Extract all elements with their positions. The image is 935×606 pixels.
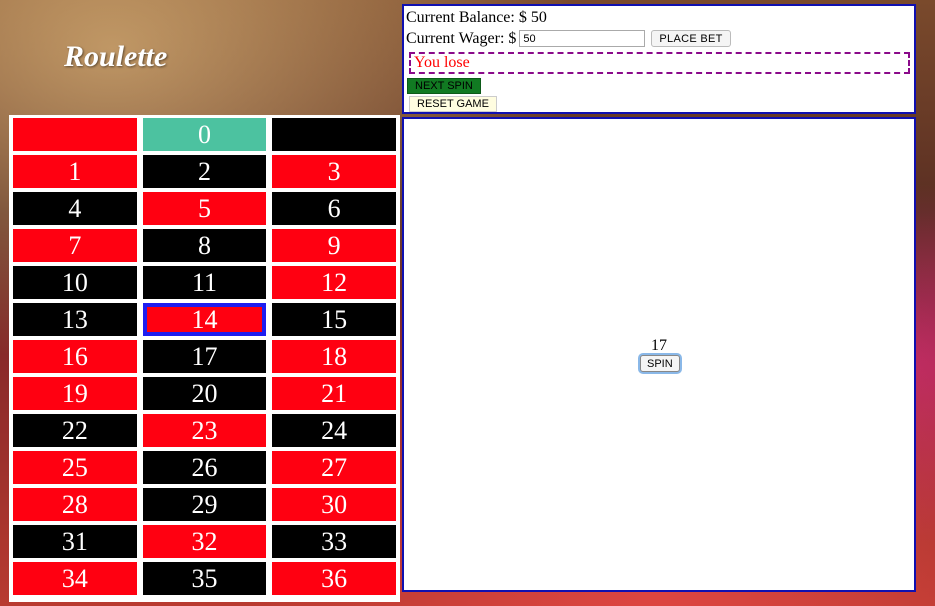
- bet-cell-17[interactable]: 17: [142, 340, 267, 373]
- bet-cell-19[interactable]: 19: [13, 377, 137, 410]
- bet-cell-6[interactable]: 6: [272, 192, 396, 225]
- bet-cell-4[interactable]: 4: [13, 192, 137, 225]
- bet-cell-28[interactable]: 28: [13, 488, 137, 521]
- spin-button[interactable]: SPIN: [640, 355, 680, 372]
- bet-cell-29[interactable]: 29: [142, 488, 267, 521]
- bet-cell-10[interactable]: 10: [13, 266, 137, 299]
- bet-cell-21[interactable]: 21: [272, 377, 396, 410]
- bet-cell-11[interactable]: 11: [142, 266, 267, 299]
- wheel-panel: 17 SPIN: [402, 117, 916, 592]
- bet-cell-3[interactable]: 3: [272, 155, 396, 188]
- bet-cell-30[interactable]: 30: [272, 488, 396, 521]
- status-panel: Current Balance: $ 50 Current Wager: $ P…: [402, 4, 916, 114]
- wager-row: Current Wager: $ PLACE BET: [406, 28, 912, 49]
- spin-result-number: 17: [651, 337, 667, 354]
- bet-cell-27[interactable]: 27: [272, 451, 396, 484]
- bet-cell-9[interactable]: 9: [272, 229, 396, 262]
- bet-cell-2[interactable]: 2: [142, 155, 267, 188]
- bet-cell-25[interactable]: 25: [13, 451, 137, 484]
- bet-cell-12[interactable]: 12: [272, 266, 396, 299]
- next-spin-button[interactable]: NEXT SPIN: [407, 78, 481, 94]
- bet-cell-15[interactable]: 15: [272, 303, 396, 336]
- bet-cell-13[interactable]: 13: [13, 303, 137, 336]
- bet-cell-24[interactable]: 24: [272, 414, 396, 447]
- bet-cell-0[interactable]: 0: [142, 118, 267, 151]
- bet-cell-14[interactable]: 14: [142, 303, 267, 336]
- bet-cell-blank[interactable]: [272, 118, 396, 151]
- bet-cell-36[interactable]: 36: [272, 562, 396, 595]
- bet-cell-20[interactable]: 20: [142, 377, 267, 410]
- bet-cell-35[interactable]: 35: [142, 562, 267, 595]
- balance-row: Current Balance: $ 50: [406, 7, 912, 28]
- balance-label: Current Balance: $ 50: [406, 8, 547, 26]
- bet-cell-23[interactable]: 23: [142, 414, 267, 447]
- bet-cell-22[interactable]: 22: [13, 414, 137, 447]
- result-message: You lose: [409, 52, 910, 74]
- bet-cell-blank[interactable]: [13, 118, 137, 151]
- place-bet-button[interactable]: PLACE BET: [651, 30, 731, 47]
- wager-label: Current Wager: $: [406, 29, 517, 47]
- bet-cell-5[interactable]: 5: [142, 192, 267, 225]
- bet-cell-33[interactable]: 33: [272, 525, 396, 558]
- bet-cell-32[interactable]: 32: [142, 525, 267, 558]
- bet-cell-31[interactable]: 31: [13, 525, 137, 558]
- bet-cell-18[interactable]: 18: [272, 340, 396, 373]
- roulette-board: 0 1 2 3 4 5 6 7 8 9 10 11 12 13 14 15 16 17 18 19 20 21 22 23 24…: [9, 115, 400, 602]
- bet-cell-16[interactable]: 16: [13, 340, 137, 373]
- bet-cell-26[interactable]: 26: [142, 451, 267, 484]
- bet-cell-34[interactable]: 34: [13, 562, 137, 595]
- page-title: Roulette: [64, 40, 168, 73]
- bet-cell-7[interactable]: 7: [13, 229, 137, 262]
- bet-cell-8[interactable]: 8: [142, 229, 267, 262]
- reset-game-button[interactable]: RESET GAME: [409, 96, 497, 112]
- wager-input[interactable]: [519, 30, 646, 47]
- bet-cell-1[interactable]: 1: [13, 155, 137, 188]
